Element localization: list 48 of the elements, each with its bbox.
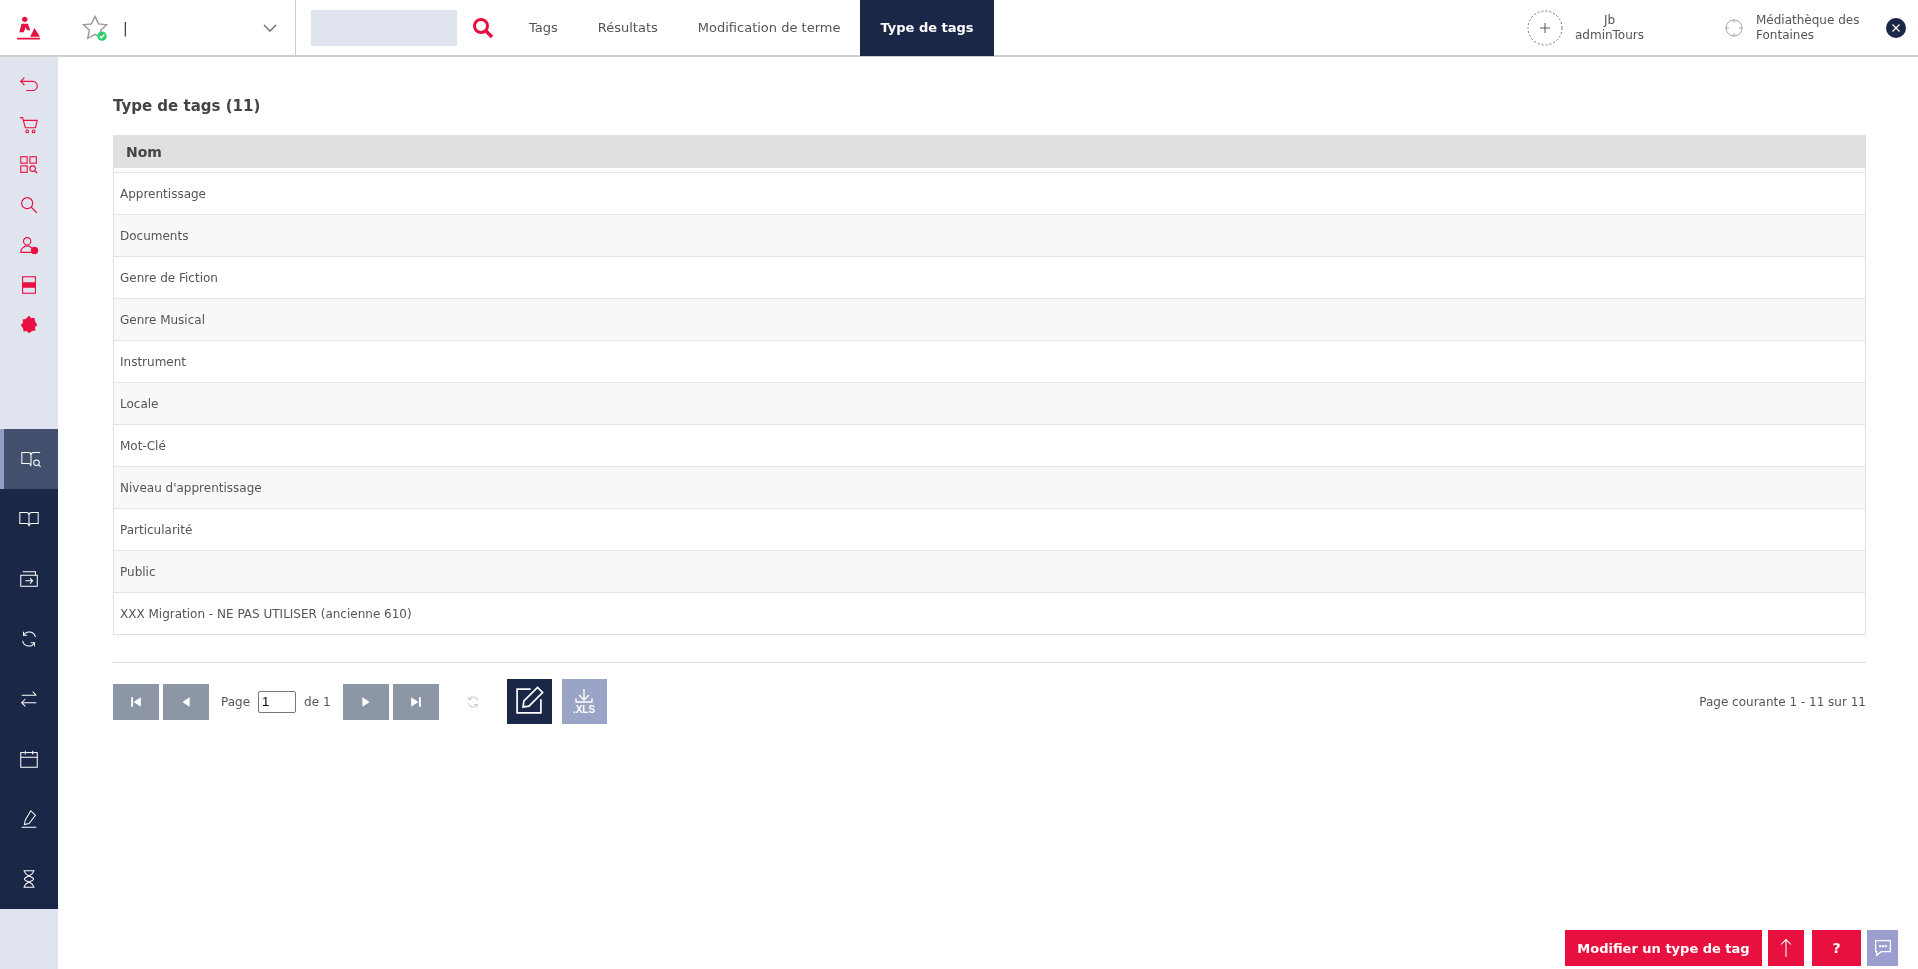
tab[interactable]: Type de tags [860, 0, 994, 56]
active-nav-item[interactable] [0, 429, 58, 489]
search-icon[interactable] [471, 15, 495, 40]
user-add-icon[interactable] [18, 234, 40, 256]
help-button[interactable]: ? [1812, 930, 1861, 966]
previous-page-button[interactable] [163, 683, 209, 720]
badge-icon[interactable] [18, 314, 40, 336]
page-summary: Page courante 1 - 11 sur 11 [1699, 694, 1866, 709]
tab[interactable]: Résultats [577, 0, 678, 56]
page-count: de 1 [304, 694, 331, 709]
worker-logo-icon [15, 14, 41, 41]
first-page-button[interactable] [113, 683, 159, 720]
page-number-field[interactable]: 1 [258, 690, 297, 713]
close-icon[interactable] [1886, 17, 1906, 38]
download-icon [572, 688, 596, 704]
favorites-select[interactable]: | [123, 19, 263, 36]
cart-icon[interactable] [18, 114, 40, 136]
table-row[interactable]: Documents [114, 214, 1865, 256]
triangle-right-icon [359, 695, 372, 708]
library-name[interactable]: Médiathèque des Fontaines [1756, 12, 1876, 43]
page-label: Page [221, 694, 251, 709]
triangle-left-icon [180, 695, 192, 708]
tab[interactable]: Modification de terme [677, 0, 861, 56]
skip-first-icon [130, 695, 142, 708]
user-name[interactable]: Jb adminTours [1574, 12, 1644, 43]
calendar-icon [18, 748, 40, 770]
last-page-button[interactable] [392, 683, 439, 720]
column-header[interactable]: Nom [114, 144, 162, 160]
skip-last-icon [409, 695, 422, 708]
next-page-button[interactable] [342, 683, 389, 720]
table-row[interactable]: Locale [114, 382, 1865, 424]
search-field[interactable] [311, 9, 457, 46]
location-target-icon [1724, 17, 1744, 38]
search-icon[interactable] [18, 194, 40, 216]
modify-tag-type-button[interactable]: Modifier un type de tag [1565, 930, 1762, 966]
table-row[interactable]: Genre Musical [114, 298, 1865, 340]
tab[interactable]: Tags [509, 0, 578, 56]
edit-button[interactable] [506, 679, 552, 724]
scroll-top-button[interactable] [1768, 930, 1804, 966]
table-row[interactable]: Public [114, 550, 1865, 592]
chat-button[interactable] [1867, 930, 1898, 966]
tray-arrow-icon [18, 568, 40, 590]
page-title: Type de tags (11) [113, 97, 262, 115]
chevron-down-icon[interactable] [263, 23, 277, 32]
favorite-star-icon[interactable] [81, 13, 109, 42]
grid-search-icon[interactable] [18, 154, 40, 176]
table-row[interactable]: Niveau d'apprentissage [114, 466, 1865, 508]
add-avatar-icon[interactable] [1526, 9, 1563, 46]
